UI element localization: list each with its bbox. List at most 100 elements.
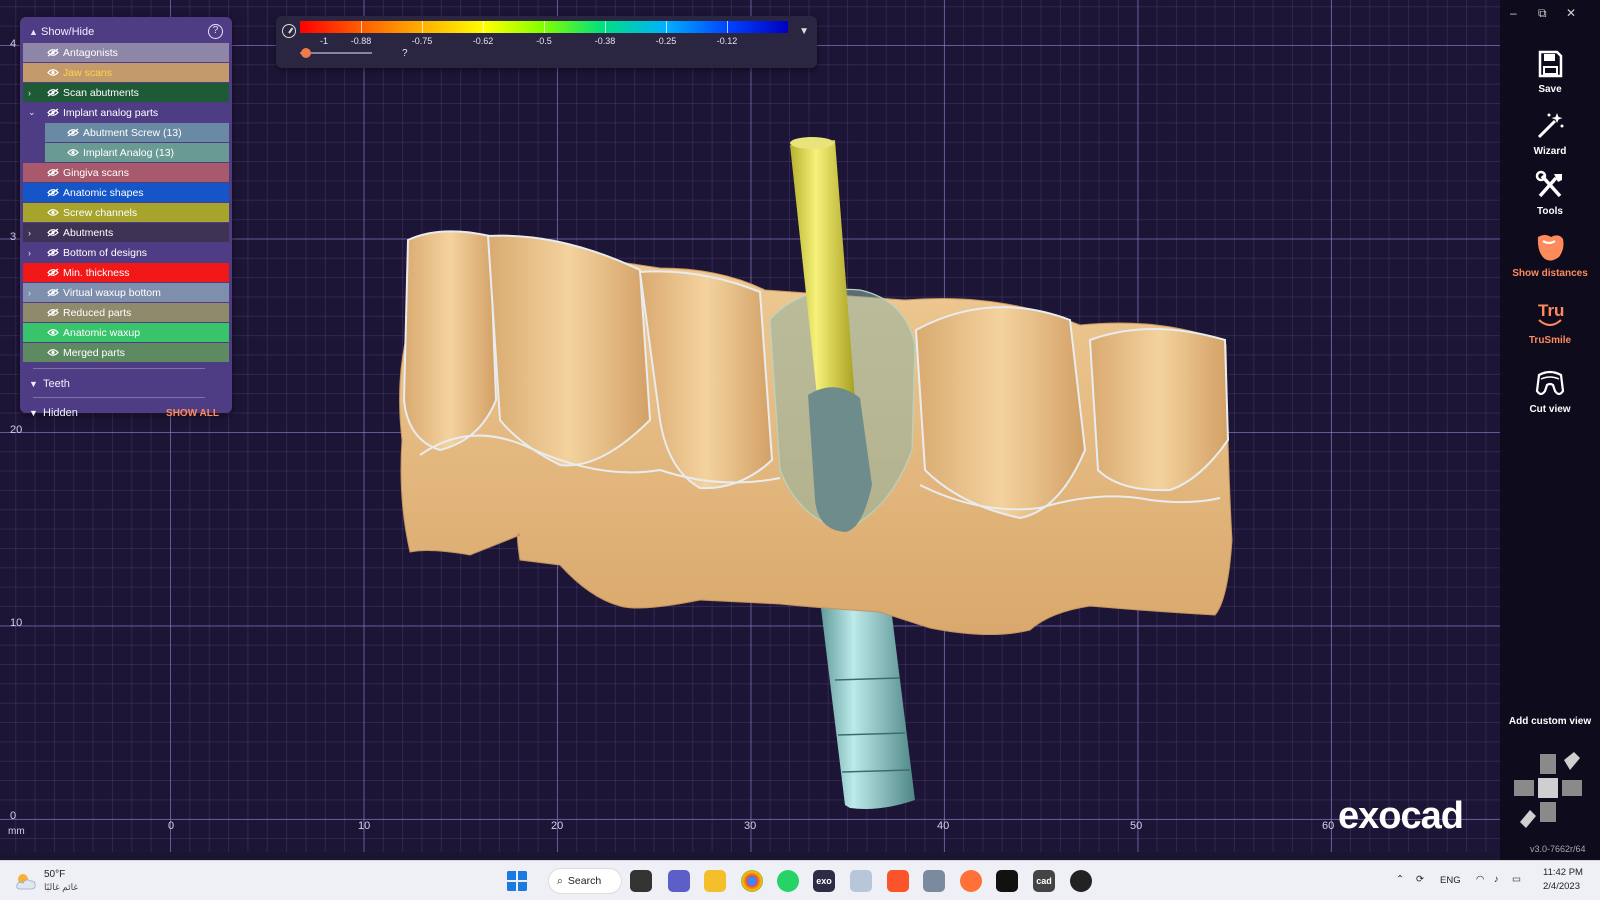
language-indicator[interactable]: ENG [1440, 875, 1461, 886]
dental-app-icon[interactable] [850, 870, 872, 892]
eye-icon[interactable] [47, 328, 59, 337]
wizard-button[interactable]: Wizard [1500, 108, 1600, 157]
slider-value: ? [402, 48, 408, 59]
layer-label: Anatomic waxup [63, 326, 141, 339]
chevron-down-icon[interactable]: ⌄ [28, 107, 36, 118]
tooth-1 [402, 230, 498, 452]
layer-row[interactable]: Min. thickness [23, 263, 229, 282]
eye-off-icon[interactable] [47, 288, 59, 297]
layer-row[interactable]: Anatomic shapes [23, 183, 229, 202]
eye-off-icon[interactable] [47, 48, 59, 57]
eye-icon[interactable] [47, 348, 59, 357]
layer-label: Abutments [63, 226, 114, 239]
tiktok-icon[interactable] [996, 870, 1018, 892]
chevron-right-icon[interactable]: › [28, 88, 31, 98]
layer-row[interactable]: Jaw scans [23, 63, 229, 82]
layer-row[interactable]: Merged parts [23, 343, 229, 362]
layer-row[interactable]: Anatomic waxup [23, 323, 229, 342]
windows-start-icon[interactable] [506, 870, 528, 892]
eye-off-icon[interactable] [47, 88, 59, 97]
help-icon[interactable]: ? [208, 24, 223, 39]
layer-row[interactable]: › Bottom of designs [23, 243, 229, 262]
eye-icon[interactable] [47, 68, 59, 77]
eye-off-icon[interactable] [47, 168, 59, 177]
chevron-down-icon[interactable]: ▼ [29, 379, 43, 389]
chevron-right-icon[interactable]: › [28, 288, 31, 298]
axis-x-tick: 20 [551, 820, 564, 832]
firefox-icon[interactable] [960, 870, 982, 892]
layer-row[interactable]: Screw channels [23, 203, 229, 222]
trusmile-button[interactable]: Tru TruSmile [1500, 297, 1600, 346]
layer-row[interactable]: Gingiva scans [23, 163, 229, 182]
teeth-section[interactable]: ▼ Teeth [23, 373, 229, 395]
battery-icon[interactable]: ▭ [1512, 874, 1521, 885]
restore-button[interactable]: ⧉ [1538, 6, 1547, 21]
eye-off-icon[interactable] [67, 128, 79, 137]
layer-label: Implant analog parts [63, 106, 159, 119]
save-icon [1500, 46, 1600, 82]
hidden-section[interactable]: ▼ Hidden SHOW ALL [23, 402, 229, 424]
layer-list: Antagonists Jaw scans › Scan abutments ⌄ Impl… [23, 43, 229, 362]
show-distances-button[interactable]: Show distances [1500, 230, 1600, 279]
chevron-down-icon[interactable]: ▼ [799, 26, 809, 37]
chevron-right-icon[interactable]: › [28, 228, 31, 238]
teams-icon[interactable] [668, 870, 690, 892]
layer-row[interactable]: › Abutments [23, 223, 229, 242]
layer-row[interactable]: › Scan abutments [23, 83, 229, 102]
camera-icon[interactable] [923, 870, 945, 892]
brave-icon[interactable] [887, 870, 909, 892]
layer-label: Merged parts [63, 346, 125, 359]
cut-view-button[interactable]: Cut view [1500, 366, 1600, 415]
distance-colorbar: -1 -0.88 -0.75 -0.62 -0.5 -0.38 -0.25 -0… [276, 16, 817, 68]
save-button[interactable]: Save [1500, 46, 1600, 95]
axis-y-tick: 3 [10, 231, 17, 243]
chevron-up-icon[interactable]: ⌃ [1396, 874, 1404, 885]
chevron-down-icon[interactable]: ▼ [29, 408, 43, 418]
sync-icon[interactable]: ⟳ [1416, 874, 1424, 885]
chevron-up-icon[interactable]: ▲ [29, 27, 41, 37]
axis-x-tick: 40 [937, 820, 950, 832]
layer-row[interactable]: Abutment Screw (13) [45, 123, 229, 142]
eye-off-icon[interactable] [47, 228, 59, 237]
chevron-right-icon[interactable]: › [28, 248, 31, 258]
eye-off-icon[interactable] [47, 308, 59, 317]
exocad-app-icon[interactable]: exo [813, 870, 835, 892]
show-all-button[interactable]: SHOW ALL [166, 408, 219, 419]
show-hide-header[interactable]: ▲ Show/Hide ? [23, 21, 229, 43]
gauge-icon[interactable] [282, 24, 296, 38]
file-explorer-icon[interactable] [704, 870, 726, 892]
weather-widget[interactable]: 50°F غائم غالبًا [14, 869, 78, 893]
taskbar-search[interactable]: ⌕ Search [548, 868, 622, 894]
clock-date[interactable]: 2/4/2023 [1543, 881, 1580, 892]
slider-knob[interactable] [301, 48, 311, 58]
layer-row[interactable]: Reduced parts [23, 303, 229, 322]
close-button[interactable]: ✕ [1566, 6, 1576, 20]
wifi-icon[interactable]: ◠ [1476, 874, 1484, 885]
add-custom-view-button[interactable]: Add custom view [1500, 716, 1600, 727]
eye-off-icon[interactable] [47, 248, 59, 257]
tools-button[interactable]: Tools [1500, 168, 1600, 217]
layer-row[interactable]: Antagonists [23, 43, 229, 62]
layer-row[interactable]: ⌄ Implant analog parts [23, 103, 229, 122]
cad-app-icon[interactable]: cad [1033, 870, 1055, 892]
volume-icon[interactable]: ♪ [1494, 874, 1499, 885]
corner-view [1520, 810, 1536, 828]
eye-off-icon[interactable] [47, 188, 59, 197]
whatsapp-icon[interactable] [777, 870, 799, 892]
layer-row[interactable]: › Virtual waxup bottom [23, 283, 229, 302]
weather-temp: 50°F [44, 869, 66, 880]
eye-icon[interactable] [67, 148, 79, 157]
wizard-icon [1500, 108, 1600, 144]
eye-icon[interactable] [47, 208, 59, 217]
task-view-icon[interactable] [630, 870, 652, 892]
view-navigation-cube[interactable] [1512, 750, 1592, 834]
chrome-icon[interactable] [741, 870, 763, 892]
layer-row[interactable]: Implant Analog (13) [45, 143, 229, 162]
clock-time[interactable]: 11:42 PM [1543, 867, 1583, 878]
eye-off-icon[interactable] [47, 108, 59, 117]
axis-unit: mm [8, 826, 25, 837]
record-icon[interactable] [1070, 870, 1092, 892]
layer-label: Jaw scans [63, 66, 113, 79]
minimize-button[interactable]: – [1510, 6, 1517, 20]
eye-off-icon[interactable] [47, 268, 59, 277]
